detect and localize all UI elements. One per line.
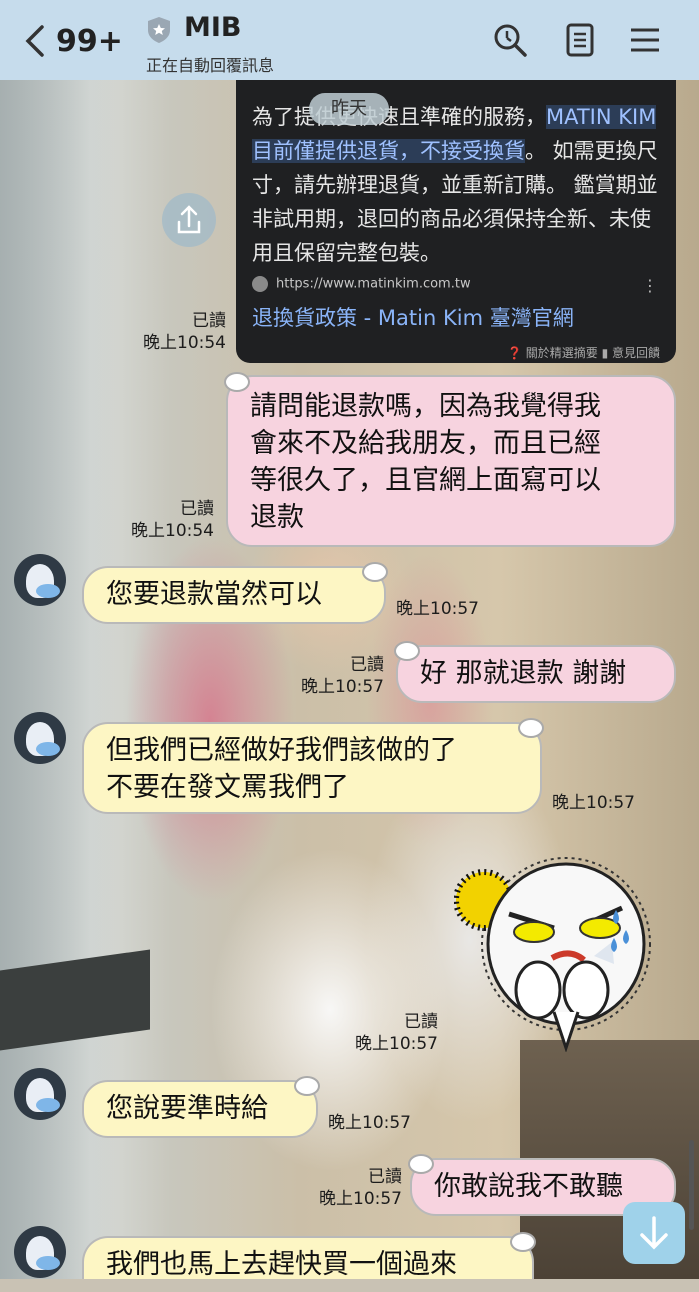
share-button[interactable]: [162, 193, 216, 247]
search-button[interactable]: [492, 22, 528, 58]
message-meta: 已讀 晚上10:57: [280, 654, 384, 698]
message-time: 晚上10:57: [355, 1034, 438, 1054]
date-chip: 昨天: [309, 93, 389, 125]
bubble-deco-icon: [518, 718, 544, 738]
share-icon: [177, 205, 201, 234]
avatar-figure-accent: [36, 1256, 60, 1270]
avatar-figure-accent: [36, 1098, 60, 1112]
angry-moon-sticker[interactable]: [453, 852, 654, 1053]
incoming-message[interactable]: 我們也馬上去趕快買一個過來: [82, 1236, 534, 1280]
read-receipt: 已讀: [192, 311, 226, 331]
read-receipt: 已讀: [404, 1012, 438, 1032]
arrow-down-icon: [640, 1216, 668, 1250]
read-receipt: 已讀: [350, 655, 384, 675]
avatar-figure-accent: [36, 584, 60, 598]
message-line: 等很久了，且官網上面寫可以: [250, 465, 601, 496]
chat-title: MIB: [184, 12, 242, 43]
message-line: 好 那就退款 謝謝: [420, 658, 627, 689]
message-line: 不要在發文罵我們了: [106, 772, 349, 803]
official-shield-icon: [148, 17, 170, 43]
incoming-message[interactable]: 但我們已經做好我們該做的了 不要在發文罵我們了: [82, 722, 542, 814]
message-line: 您說要準時給: [106, 1093, 268, 1124]
message-meta: 已讀 晚上10:57: [300, 1166, 402, 1210]
avatar[interactable]: [14, 712, 66, 764]
incoming-message[interactable]: 您要退款當然可以: [82, 566, 386, 624]
menu-button[interactable]: [627, 22, 663, 58]
message-time: 晚上10:54: [143, 333, 226, 353]
avatar-figure-accent: [36, 742, 60, 756]
source-link-title: 退換貨政策 - Matin Kim 臺灣官網: [252, 306, 574, 330]
angry-moon-sticker-image: [453, 857, 651, 1053]
avatar[interactable]: [14, 554, 66, 606]
search-icon: [494, 24, 527, 57]
bubble-deco-icon: [294, 1076, 320, 1096]
message-line: 您要退款當然可以: [106, 579, 322, 610]
unread-count[interactable]: 99+: [56, 24, 123, 59]
more-icon: ⋮: [642, 276, 658, 295]
message-time: 晚上10:54: [131, 521, 214, 541]
message-time: 晚上10:57: [301, 677, 384, 697]
globe-icon: [252, 276, 268, 292]
outgoing-message[interactable]: 好 那就退款 謝謝: [396, 645, 676, 703]
notes-icon: [566, 23, 594, 57]
chat-status: 正在自動回覆訊息: [146, 56, 275, 75]
chat-header: 99+ MIB 正在自動回覆訊息: [0, 0, 699, 80]
incoming-message[interactable]: 您說要準時給: [82, 1080, 318, 1138]
message-time: 晚上10:57: [552, 793, 635, 813]
policy-text-start: 為了提供更快速且準確的服務，: [252, 105, 546, 129]
outgoing-message[interactable]: 請問能退款嗎，因為我覺得我 會來不及給我朋友，而且已經 等很久了，且官網上面寫可…: [226, 375, 676, 547]
source-url: https://www.matinkim.com.tw: [252, 276, 471, 292]
bubble-deco-icon: [510, 1232, 536, 1252]
message-meta: 已讀 晚上10:54: [120, 310, 226, 354]
message-time: 晚上10:57: [396, 599, 479, 619]
bubble-deco-icon: [408, 1154, 434, 1174]
avatar[interactable]: [14, 1068, 66, 1120]
message-line: 但我們已經做好我們該做的了: [106, 735, 457, 766]
message-meta: 已讀 晚上10:57: [340, 1011, 438, 1055]
notes-button[interactable]: [563, 22, 599, 58]
message-line: 你敢說我不敢聽: [434, 1171, 623, 1202]
bubble-deco-icon: [394, 641, 420, 661]
bubble-deco-icon: [224, 372, 250, 392]
bubble-deco-icon: [362, 562, 388, 582]
menu-icon: [631, 28, 659, 52]
message-line: 我們也馬上去趕快買一個過來: [106, 1249, 457, 1280]
shared-screenshot-card[interactable]: 為了提供更快速且準確的服務，MATIN KIM 目前僅提供退貨，不接受換貨。 如…: [236, 80, 676, 363]
message-meta: 已讀 晚上10:54: [100, 498, 214, 542]
card-footer: ❓ 關於精選摘要 ▮ 意見回饋: [507, 346, 660, 360]
message-line: 會來不及給我朋友，而且已經: [250, 428, 601, 459]
scroll-to-bottom-button[interactable]: [623, 1202, 685, 1264]
policy-text: 為了提供更快速且準確的服務，MATIN KIM 目前僅提供退貨，不接受換貨。 如…: [252, 100, 662, 270]
message-line: 退款: [250, 502, 304, 533]
read-receipt: 已讀: [180, 499, 214, 519]
source-url-text: https://www.matinkim.com.tw: [276, 276, 471, 292]
scrollbar[interactable]: [689, 1140, 694, 1230]
message-line: 請問能退款嗎，因為我覺得我: [250, 391, 601, 422]
message-time: 晚上10:57: [319, 1189, 402, 1209]
back-icon: [25, 25, 44, 57]
read-receipt: 已讀: [368, 1167, 402, 1187]
message-time: 晚上10:57: [328, 1113, 411, 1133]
avatar[interactable]: [14, 1226, 66, 1278]
